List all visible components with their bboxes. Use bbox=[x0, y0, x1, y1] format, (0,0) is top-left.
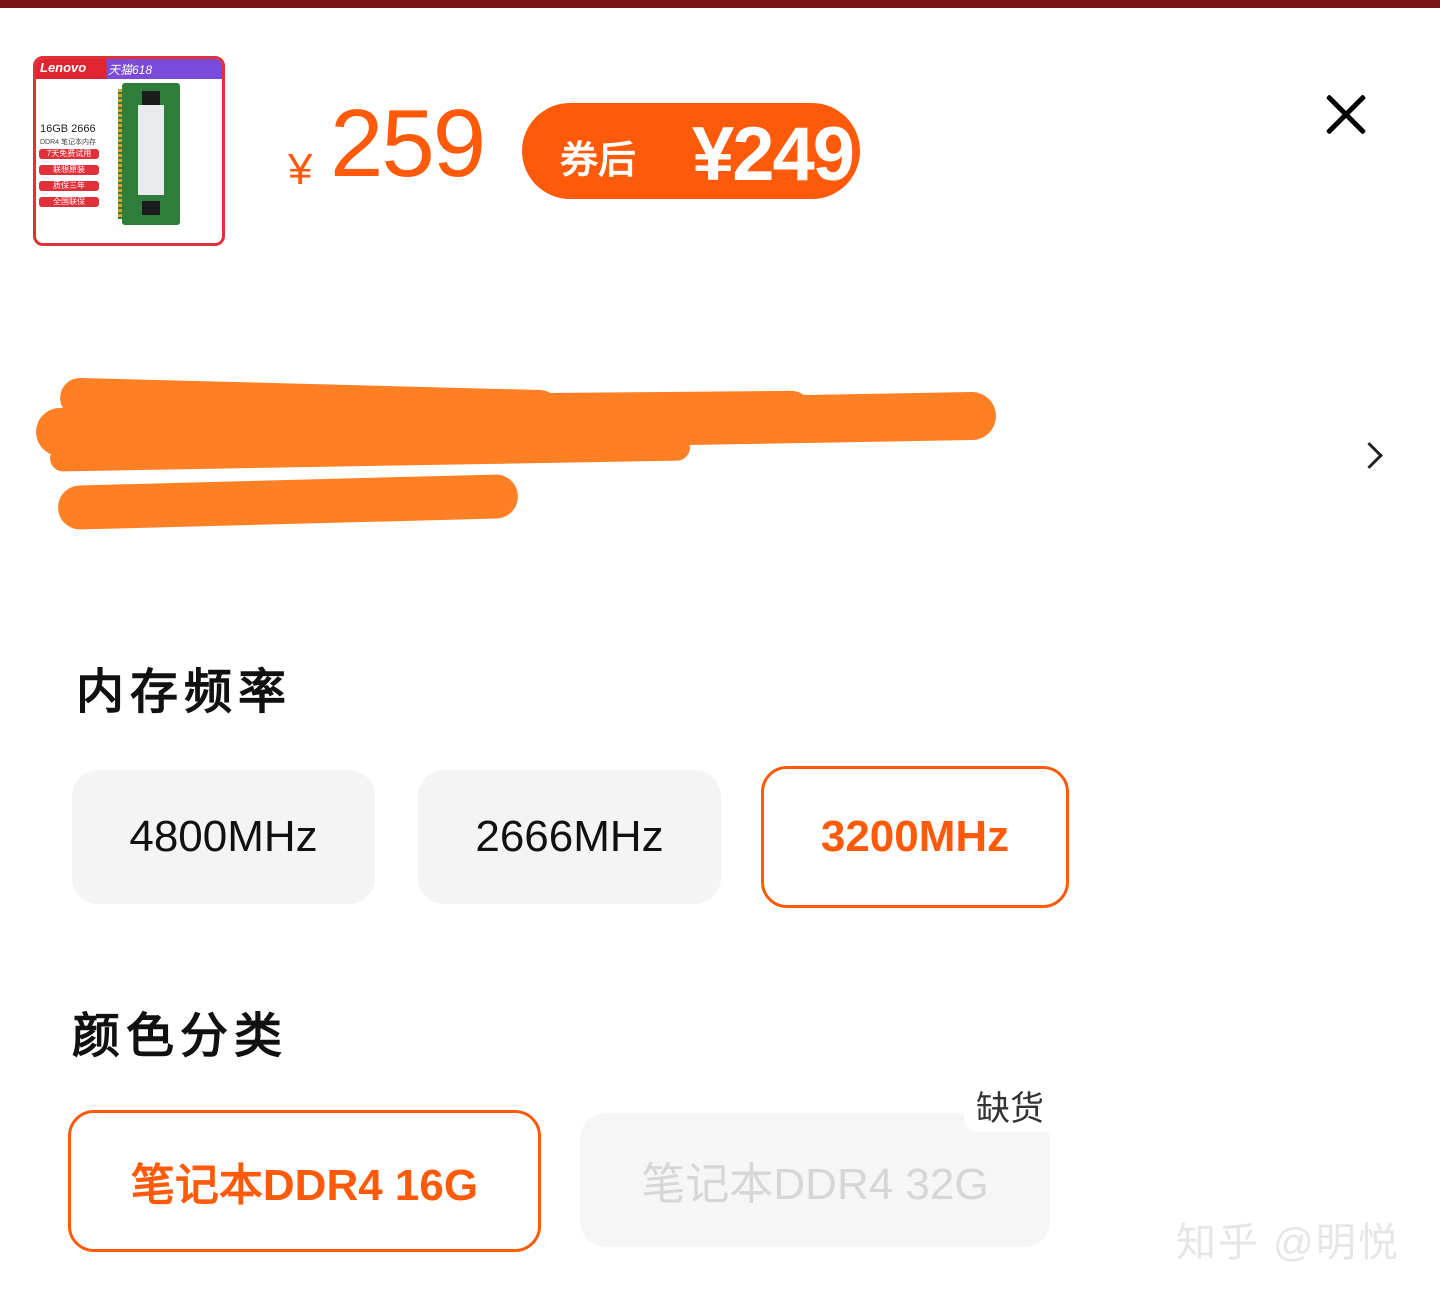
out-of-stock-badge: 缺货 bbox=[964, 1078, 1056, 1132]
redaction-mark bbox=[57, 473, 519, 531]
thumb-spec: 16GB 2666 bbox=[40, 123, 96, 135]
chevron-right-icon[interactable] bbox=[1356, 442, 1383, 469]
ram-module-image bbox=[118, 83, 180, 225]
thumb-tag: 7天免费试用 bbox=[39, 149, 99, 159]
redaction-mark bbox=[509, 390, 811, 430]
thumb-tag: 质保三年 bbox=[39, 181, 99, 191]
top-strip bbox=[0, 0, 1440, 8]
thumb-spec-sub: DDR4 笔记本内存 bbox=[40, 139, 97, 146]
close-icon[interactable] bbox=[1318, 86, 1374, 142]
thumb-tag: 联想原装 bbox=[39, 165, 99, 175]
thumb-promo: 天猫618 bbox=[108, 63, 153, 77]
coupon-label: 券后 bbox=[560, 140, 637, 182]
coupon-price: ¥249 bbox=[692, 112, 855, 197]
redacted-address-row[interactable] bbox=[30, 370, 1410, 550]
currency-symbol: ¥ bbox=[288, 145, 313, 194]
frequency-option-4800[interactable]: 4800MHz bbox=[72, 770, 375, 904]
coupon-price-badge: 券后 ¥249 bbox=[522, 103, 860, 199]
ram-label bbox=[138, 105, 164, 195]
ram-chip bbox=[142, 201, 160, 215]
color-option-32g: 笔记本DDR4 32G bbox=[580, 1113, 1050, 1247]
watermark: 知乎 @明悦 bbox=[1176, 1221, 1400, 1265]
color-option-16g[interactable]: 笔记本DDR4 16G bbox=[68, 1110, 541, 1252]
frequency-option-3200[interactable]: 3200MHz bbox=[761, 766, 1069, 908]
memory-frequency-title: 内存频率 bbox=[76, 666, 293, 719]
frequency-option-2666[interactable]: 2666MHz bbox=[418, 770, 721, 904]
original-price: 259 bbox=[330, 90, 486, 197]
thumb-tag: 全国联保 bbox=[39, 197, 99, 207]
color-category-title: 颜色分类 bbox=[72, 1010, 289, 1063]
thumb-brand: Lenovo bbox=[40, 60, 87, 75]
ram-chip bbox=[142, 91, 160, 105]
product-thumbnail: Lenovo 天猫618 16GB 2666 DDR4 笔记本内存 7天免费试用… bbox=[33, 56, 225, 246]
